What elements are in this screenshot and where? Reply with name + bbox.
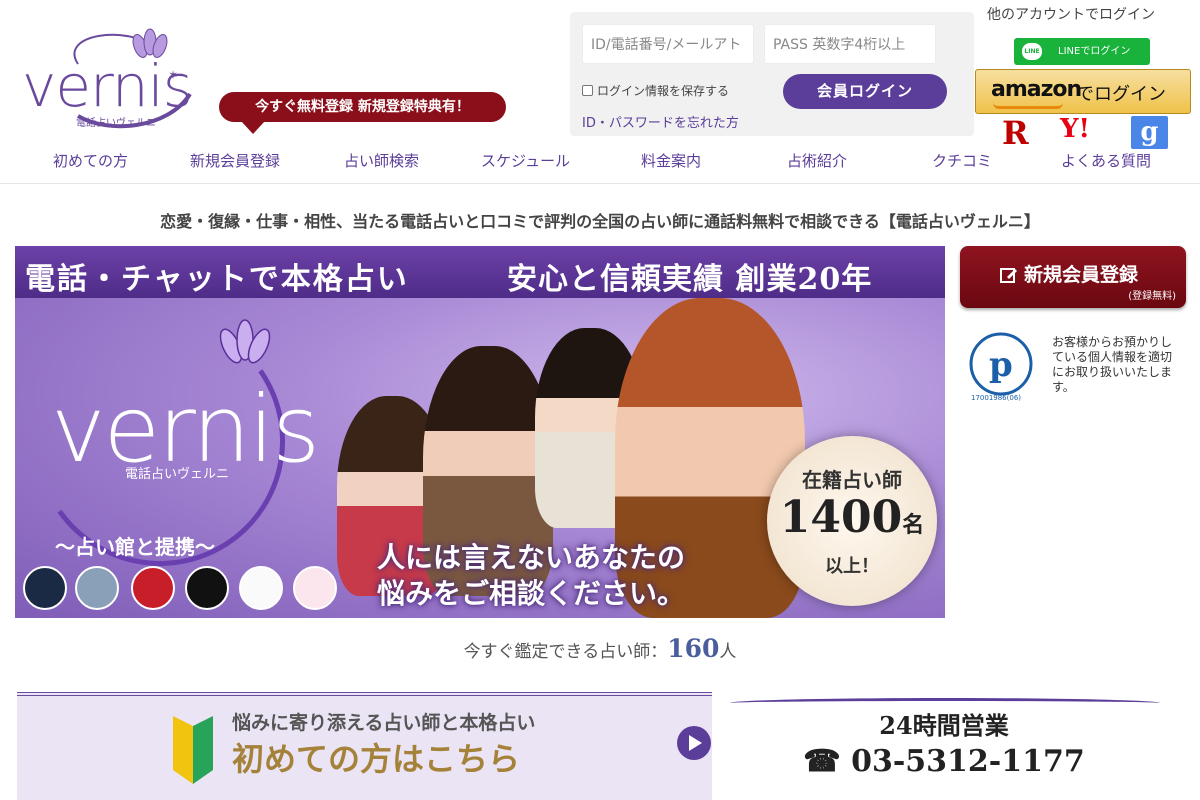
login-id-input[interactable]: ID/電話番号/メールアト bbox=[582, 24, 754, 64]
phone-support-banner: 24時間営業 ☎ 03-5312-1177 bbox=[720, 692, 1168, 800]
beginner-guide-banner[interactable]: 悩みに寄り添える占い師と本格占い 初めての方はこちら bbox=[17, 692, 712, 800]
privacy-statement: お客様からお預かりしている個人情報を適切にお取り扱いいたします。 bbox=[1052, 335, 1173, 394]
partner-logo bbox=[293, 566, 337, 610]
login-panel: ID/電話番号/メールアト PASS 英数字4桁以上 ログイン情報を保存する I… bbox=[570, 12, 974, 136]
amazon-login-label: でログイン bbox=[1076, 84, 1166, 105]
site-header: ✶ vernis 電話占いヴェルニ 今すぐ無料登録 新規登録特典有！ ID/電話… bbox=[0, 0, 1200, 184]
lotus-icon bbox=[219, 319, 271, 364]
logo-wordmark: vernis bbox=[22, 52, 193, 120]
register-button-label: 新規会員登録 bbox=[1024, 264, 1139, 286]
hero-message-line1: 人には言えないあなたの bbox=[377, 541, 686, 574]
hero-banner[interactable]: 電話・チャットで本格占い 安心と信頼実績 創業20年 vernis 電話占いヴェ… bbox=[15, 246, 945, 618]
nav-first-time[interactable]: 初めての方 bbox=[53, 150, 128, 171]
other-account-login-label: 他のアカウントでログイン bbox=[987, 7, 1155, 23]
privacy-mark-number: 17001986(06) bbox=[971, 394, 1021, 402]
available-count: 160 bbox=[667, 634, 720, 663]
yahoo-login-icon[interactable]: Y! bbox=[1060, 114, 1090, 144]
hero-tagline-right: 安心と信頼実績 創業20年 bbox=[507, 262, 873, 297]
amazon-login-button[interactable]: amazon でログイン bbox=[975, 69, 1191, 114]
phone-number-line[interactable]: ☎ 03-5312-1177 bbox=[720, 744, 1168, 779]
fortune-teller-count-badge: 在籍占い師 1400名 以上！ bbox=[767, 436, 937, 606]
nav-search-fortune-tellers[interactable]: 占い師検索 bbox=[344, 150, 419, 171]
partner-logo bbox=[185, 566, 229, 610]
forgot-password-link[interactable]: ID・パスワードを忘れた方 bbox=[582, 112, 739, 131]
badge-number: 1400名 bbox=[779, 492, 925, 543]
partner-logo bbox=[23, 566, 67, 610]
line-login-label: LINEでログイン bbox=[1058, 46, 1131, 57]
svg-text:p: p bbox=[989, 345, 1013, 385]
new-member-register-button[interactable]: 新規会員登録 (登録無料) bbox=[960, 246, 1186, 308]
nav-register[interactable]: 新規会員登録 bbox=[190, 150, 280, 171]
beginner-banner-subtitle: 悩みに寄り添える占い師と本格占い bbox=[232, 712, 536, 734]
partner-heading: 〜占い館と提携〜 bbox=[55, 535, 215, 559]
phone-number[interactable]: 03-5312-1177 bbox=[851, 744, 1085, 779]
main-nav: 初めての方 新規会員登録 占い師検索 スケジュール 料金案内 占術紹介 クチコミ… bbox=[0, 146, 1200, 174]
nav-divination-types[interactable]: 占術紹介 bbox=[787, 150, 847, 171]
telephone-icon: ☎ bbox=[803, 744, 841, 779]
beginner-mark-icon bbox=[173, 716, 213, 784]
line-icon: LINE bbox=[1022, 43, 1042, 60]
business-hours: 24時間営業 bbox=[879, 711, 1009, 740]
free-register-callout[interactable]: 今すぐ無料登録 新規登録特典有！ bbox=[219, 92, 506, 134]
site-logo[interactable]: ✶ vernis 電話占いヴェルニ bbox=[18, 14, 198, 129]
login-password-input[interactable]: PASS 英数字4桁以上 bbox=[764, 24, 936, 64]
available-unit: 人 bbox=[719, 642, 737, 662]
available-now-counter: 今すぐ鑑定できる占い師：160人 bbox=[0, 634, 1200, 663]
amazon-logo: amazon bbox=[991, 77, 1082, 102]
badge-label: 在籍占い師 bbox=[802, 468, 902, 492]
partner-logo bbox=[75, 566, 119, 610]
google-login-icon[interactable]: g bbox=[1131, 116, 1168, 149]
line-login-button[interactable]: LINE LINEでログイン bbox=[1014, 38, 1150, 65]
member-login-button[interactable]: 会員ログイン bbox=[783, 74, 947, 109]
page-headline: 恋愛・復縁・仕事・相性、当たる電話占いと口コミで評判の全国の占い師に通話料無料で… bbox=[160, 212, 1040, 231]
partner-logo bbox=[131, 566, 175, 610]
privacy-mark-icon: p 17001986(06) bbox=[967, 330, 1043, 404]
amazon-smile-icon bbox=[993, 103, 1063, 109]
nav-schedule[interactable]: スケジュール bbox=[481, 150, 570, 171]
banner-frame bbox=[17, 692, 712, 704]
hero-message-line2: 悩みをご相談ください。 bbox=[377, 577, 686, 610]
badge-suffix: 以上！ bbox=[825, 556, 879, 577]
remember-login[interactable]: ログイン情報を保存する bbox=[582, 82, 729, 99]
nav-faq[interactable]: よくある質問 bbox=[1061, 150, 1151, 171]
edit-icon bbox=[1000, 268, 1017, 283]
beginner-banner-title: 初めての方はこちら bbox=[232, 740, 521, 778]
hero-tagline-left: 電話・チャットで本格占い bbox=[25, 262, 409, 297]
partner-logo bbox=[239, 566, 283, 610]
remember-checkbox[interactable] bbox=[582, 85, 593, 96]
logo-subtitle: 電話占いヴェルニ bbox=[76, 118, 156, 129]
register-free-note: (登録無料) bbox=[1128, 291, 1176, 302]
remember-label: ログイン情報を保存する bbox=[597, 84, 730, 98]
available-label: 今すぐ鑑定できる占い師： bbox=[463, 642, 668, 662]
nav-pricing[interactable]: 料金案内 bbox=[641, 150, 701, 171]
hero-logo-subtitle: 電話占いヴェルニ bbox=[125, 467, 230, 482]
play-icon[interactable] bbox=[677, 726, 711, 760]
nav-reviews[interactable]: クチコミ bbox=[932, 150, 992, 171]
